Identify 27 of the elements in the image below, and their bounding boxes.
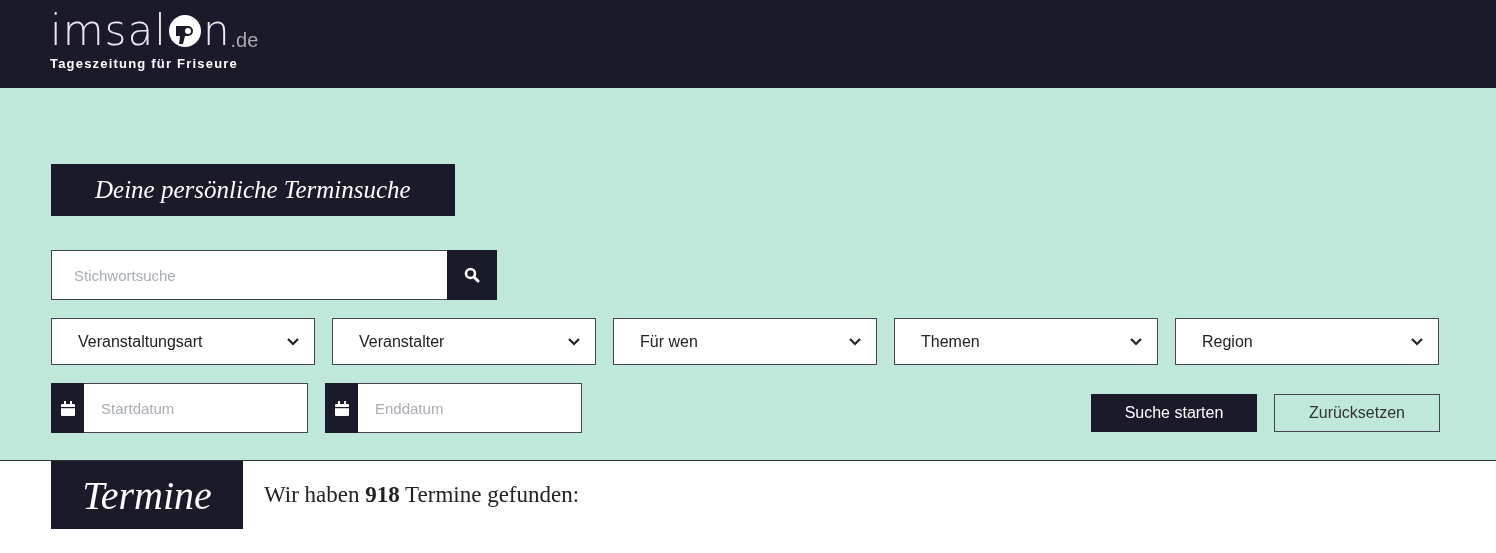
dropdown[interactable]: Region <box>1175 318 1439 365</box>
panel-title: Deine persönliche Terminsuche <box>51 164 455 216</box>
results-heading: Termine <box>51 461 243 529</box>
dropdown[interactable]: Themen <box>894 318 1158 365</box>
chevron-down-icon <box>286 337 300 346</box>
chevron-down-icon <box>567 337 581 346</box>
reset-button[interactable]: Zurücksetzen <box>1274 394 1440 432</box>
date-field[interactable]: Enddatum <box>358 383 582 433</box>
chevron-down-icon <box>1129 337 1143 346</box>
chevron-down-icon <box>1410 337 1424 346</box>
hair-dryer-icon <box>167 14 202 48</box>
search-start-button[interactable]: Suche starten <box>1091 394 1257 432</box>
dropdown[interactable]: Für wen <box>613 318 877 365</box>
search-button[interactable] <box>447 250 497 300</box>
chevron-down-icon <box>848 337 862 346</box>
tagline: Tageszeitung für Friseure <box>50 56 239 71</box>
calendar-icon <box>60 400 75 416</box>
logo[interactable]: imsal n.de <box>50 10 259 52</box>
calendar-icon <box>334 400 349 416</box>
keyword-field[interactable]: Stichwortsuche <box>51 250 447 300</box>
date-field[interactable]: Startdatum <box>84 383 308 433</box>
results-count: Wir haben 918 Termine gefunden: <box>264 482 580 508</box>
dropdown[interactable]: Veranstaltungsart <box>51 318 315 365</box>
dropdown[interactable]: Veranstalter <box>332 318 596 365</box>
calendar-button[interactable] <box>325 383 358 433</box>
calendar-button[interactable] <box>51 383 84 433</box>
search-icon <box>464 267 480 283</box>
